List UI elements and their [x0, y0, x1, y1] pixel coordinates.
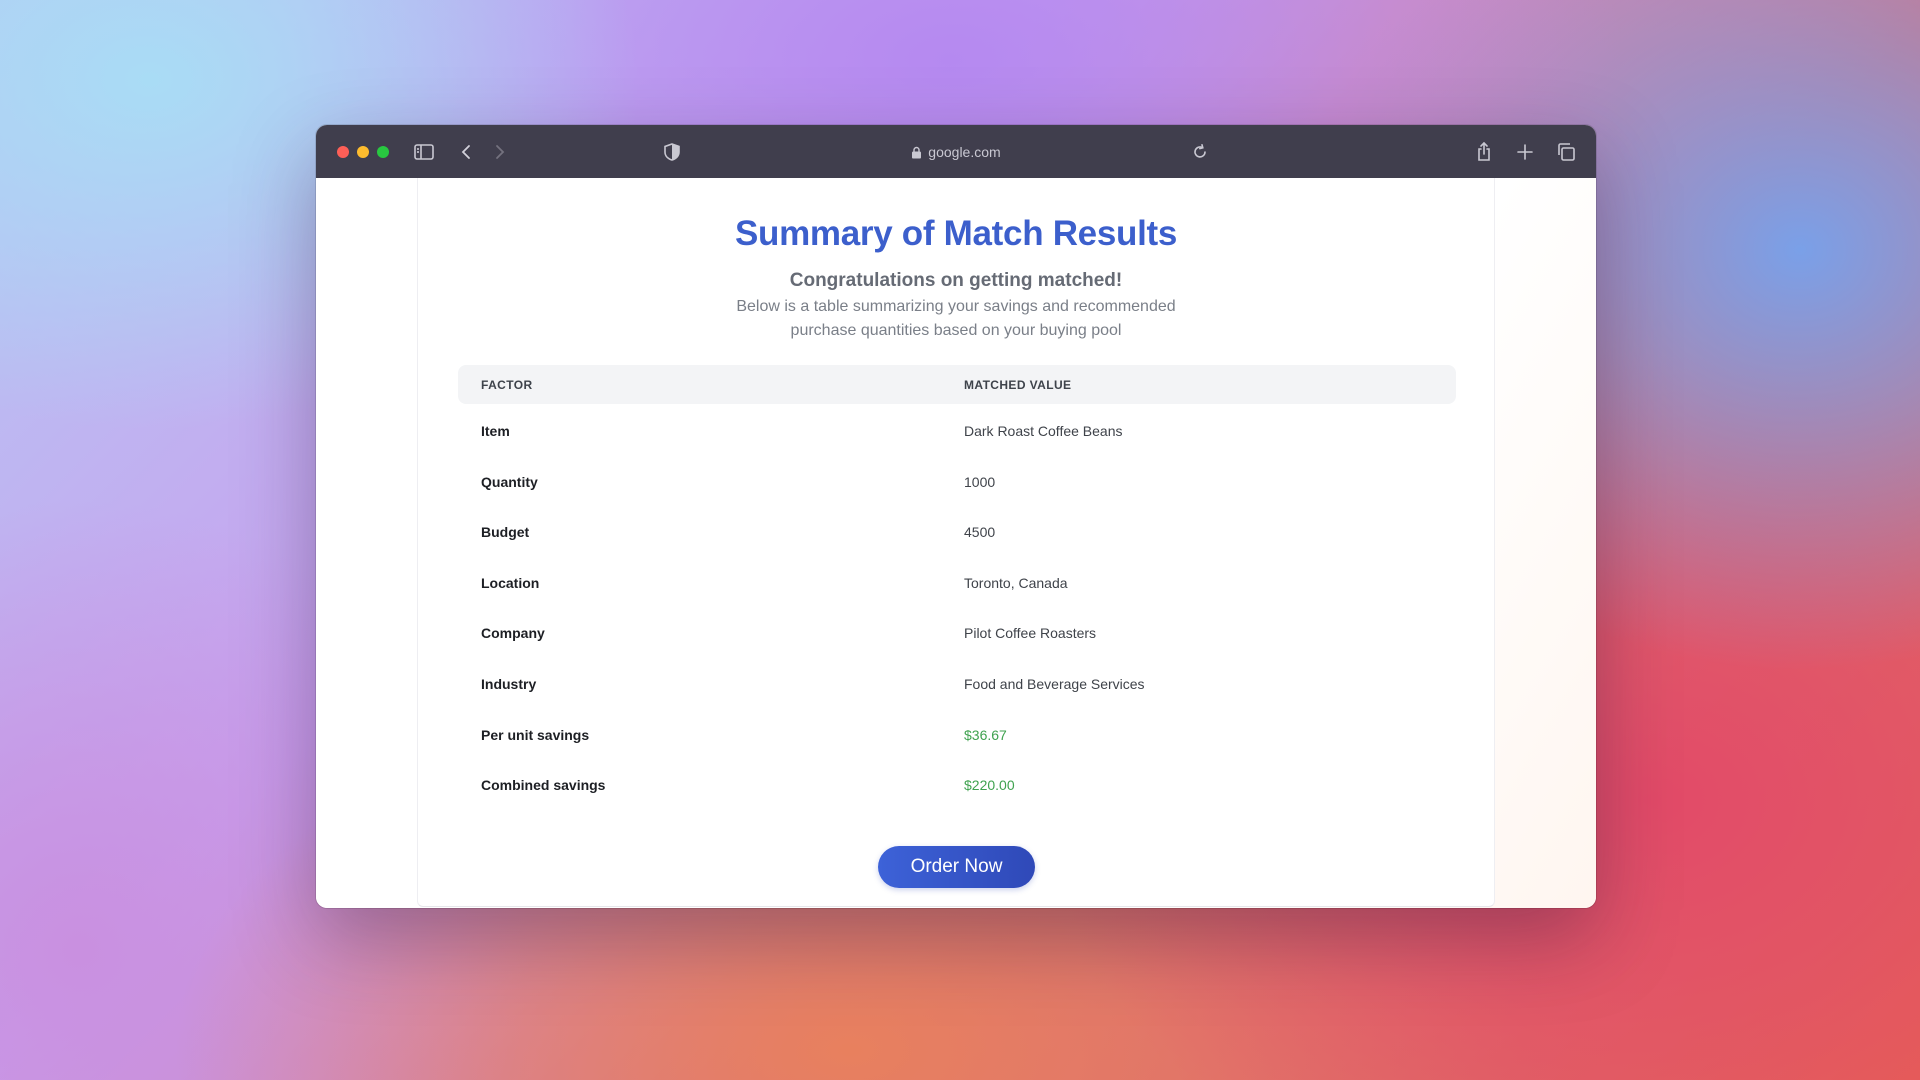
table-row: Company Pilot Coffee Roasters	[458, 606, 1456, 657]
matched-value: 1000	[964, 473, 996, 490]
factor-label: Item	[481, 423, 510, 439]
share-icon[interactable]	[1472, 140, 1496, 164]
minimize-window-button[interactable]	[357, 146, 369, 158]
page-title: Summary of Match Results	[734, 214, 1178, 253]
table-row: Combined savings $220.00	[458, 758, 1456, 809]
address-bar[interactable]: google.com	[856, 139, 1056, 165]
browser-toolbar: google.com	[316, 125, 1596, 178]
tabs-overview-icon[interactable]	[1554, 140, 1578, 164]
table-row: Industry Food and Beverage Services	[458, 657, 1456, 708]
factor-label: Per unit savings	[481, 726, 590, 743]
matched-value: Toronto, Canada	[964, 574, 1068, 591]
table-header: FACTOR MATCHED VALUE	[458, 365, 1456, 404]
factor-label: Industry	[481, 675, 537, 692]
close-window-button[interactable]	[337, 146, 349, 158]
table-row: Budget 4500	[458, 505, 1456, 556]
table-row: Quantity 1000	[458, 455, 1456, 506]
reload-icon[interactable]	[1188, 140, 1212, 164]
table-row: Per unit savings $36.67	[458, 708, 1456, 759]
factor-label: Budget	[481, 524, 530, 541]
table-row: Location Toronto, Canada	[458, 556, 1456, 607]
factor-label: Quantity	[481, 473, 538, 490]
match-results-table: FACTOR MATCHED VALUE Item Dark Roast Cof…	[458, 365, 1456, 809]
order-now-button[interactable]: Order Now	[878, 846, 1035, 888]
factor-label: Company	[481, 625, 545, 642]
factor-label: Location	[481, 574, 540, 591]
sidebar-icon[interactable]	[412, 140, 436, 164]
matched-value: 4500	[964, 524, 996, 541]
column-header-factor: FACTOR	[481, 378, 533, 392]
plus-icon[interactable]	[1513, 140, 1537, 164]
browser-window: google.com Summary of Match Results Cong…	[316, 125, 1596, 908]
chevron-left-icon[interactable]	[455, 140, 479, 164]
summary-description: Below is a table summarizing your saving…	[736, 298, 1176, 339]
congratulations-heading: Congratulations on getting matched!	[789, 270, 1123, 291]
match-results-card: Summary of Match Results Congratulations…	[417, 178, 1495, 907]
page-viewport: Summary of Match Results Congratulations…	[316, 178, 1596, 908]
lock-icon	[911, 146, 922, 159]
column-header-matched-value: MATCHED VALUE	[964, 378, 1072, 392]
table-row: Item Dark Roast Coffee Beans	[458, 404, 1456, 455]
matched-value: Dark Roast Coffee Beans	[964, 423, 1123, 439]
matched-value: Food and Beverage Services	[964, 675, 1145, 692]
matched-value: Pilot Coffee Roasters	[964, 625, 1097, 642]
shield-icon[interactable]	[660, 140, 684, 164]
zoom-window-button[interactable]	[377, 146, 389, 158]
combined-savings-value: $220.00	[964, 777, 1015, 794]
chevron-right-icon[interactable]	[487, 140, 511, 164]
factor-label: Combined savings	[481, 777, 606, 794]
per-unit-savings-value: $36.67	[964, 726, 1007, 743]
url-text: google.com	[928, 144, 1001, 160]
